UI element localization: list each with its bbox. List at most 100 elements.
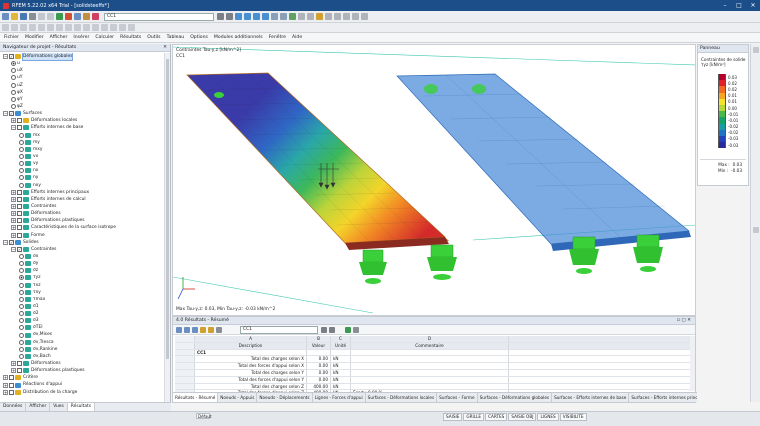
tree-expander[interactable]: + (11, 361, 16, 367)
tree-node[interactable]: + Déformations locales (0, 117, 164, 124)
tree-node[interactable]: τmax (0, 296, 164, 303)
tree-radio[interactable] (19, 289, 24, 295)
tree-node[interactable]: uZ (0, 82, 164, 89)
options-icon[interactable] (361, 13, 368, 20)
tree-radio[interactable] (19, 282, 24, 288)
view-iso-icon[interactable] (235, 13, 242, 20)
tree-checkbox[interactable] (17, 232, 22, 238)
tree-checkbox[interactable]: ✓ (9, 239, 14, 245)
tree-node[interactable]: σv,Tresca (0, 339, 164, 346)
navigator-close-icon[interactable]: ✕ (163, 44, 167, 51)
tree-node[interactable]: + Réactions d'appui (0, 381, 164, 388)
table-export-icon[interactable] (184, 326, 190, 333)
results-next-icon[interactable] (329, 326, 335, 333)
tree-expander[interactable]: + (11, 218, 16, 224)
table-sort-icon[interactable] (208, 326, 214, 333)
move-icon[interactable] (83, 24, 90, 31)
menu-item[interactable]: Fichier (4, 35, 19, 40)
tree-expander[interactable]: + (3, 389, 8, 395)
table-goto-icon[interactable] (176, 326, 182, 333)
snap-icon[interactable] (334, 13, 341, 20)
tree-radio[interactable] (19, 154, 24, 160)
tree-radio[interactable] (19, 182, 24, 188)
print-icon[interactable] (29, 13, 36, 20)
tree-node[interactable]: σ2 (0, 310, 164, 317)
tree-checkbox[interactable] (17, 218, 22, 224)
tree-node[interactable]: τxy (0, 289, 164, 296)
tree-radio[interactable] (19, 254, 24, 259)
results-tab[interactable]: Résultats - Résumé (173, 393, 219, 402)
table-view-icon[interactable] (216, 326, 222, 333)
tree-expander[interactable]: + (11, 189, 16, 195)
tree-node[interactable]: σv,Bach (0, 353, 164, 360)
table-row[interactable]: Total des charges selon X 0.00 kN (175, 356, 691, 364)
tree-node[interactable]: − ✓ Déformations globales (0, 53, 164, 62)
tree-radio[interactable] (19, 332, 24, 338)
tree-node[interactable]: nxy (0, 182, 164, 189)
table-row[interactable]: Total des forces d'appui selon Y 0.00 kN (175, 376, 691, 384)
status-toggle[interactable]: SAISIE (443, 413, 463, 421)
tree-node[interactable]: + Caractéristiques de la surface isotrope (0, 224, 164, 231)
display-icon[interactable] (343, 13, 350, 20)
tree-expander[interactable]: + (11, 368, 16, 374)
tree-expander[interactable]: − (3, 54, 8, 60)
menu-item[interactable]: Afficher (50, 35, 68, 40)
navigator-tab[interactable]: Vues (50, 403, 68, 411)
tree-checkbox[interactable] (17, 225, 22, 231)
tree-node[interactable]: φY (0, 96, 164, 103)
tree-radio[interactable] (19, 353, 24, 359)
tree-node[interactable]: + Déformations (0, 210, 164, 217)
tree-node[interactable]: σv,Rankine (0, 346, 164, 353)
tree-radio[interactable] (19, 268, 24, 274)
tree-node[interactable]: uY (0, 74, 164, 81)
tree-radio[interactable] (11, 75, 16, 81)
tree-expander[interactable]: + (11, 232, 16, 238)
results-prev-icon[interactable] (321, 326, 327, 333)
tree-expander[interactable]: + (11, 196, 16, 202)
menu-item[interactable]: Outils (147, 35, 160, 40)
delete-icon[interactable] (128, 24, 135, 31)
line-icon[interactable] (20, 24, 27, 31)
menu-item[interactable]: Modifier (25, 35, 44, 40)
tree-node[interactable]: + Contraintes (0, 203, 164, 210)
tree-checkbox[interactable] (17, 368, 22, 374)
results-icon[interactable] (65, 13, 72, 20)
tree-checkbox[interactable] (17, 189, 22, 195)
table-row[interactable]: Total des charges selon Z 400.00 kN (175, 383, 691, 391)
tree-node[interactable]: σx (0, 253, 164, 260)
tree-node[interactable]: + Critère (0, 374, 164, 381)
tree-radio[interactable] (19, 139, 24, 145)
tree-checkbox[interactable]: ✓ (9, 54, 14, 60)
tree-expander[interactable]: + (11, 118, 16, 124)
prev-case-icon[interactable] (217, 13, 224, 20)
tree-radio[interactable] (19, 339, 24, 345)
solid-icon[interactable] (47, 24, 54, 31)
table-print-icon[interactable] (192, 326, 198, 333)
tree-node[interactable]: uX (0, 67, 164, 74)
tree-radio[interactable] (19, 325, 24, 331)
results-excel-icon[interactable] (345, 326, 351, 333)
results-tab[interactable]: Noeuds - Déplacements (257, 393, 313, 402)
menu-item[interactable]: Fenêtre (269, 35, 286, 40)
copy-icon[interactable] (74, 24, 81, 31)
results-case-select[interactable]: CC1 (240, 325, 318, 334)
tree-checkbox[interactable] (9, 375, 14, 381)
tree-node[interactable]: σ1 (0, 303, 164, 310)
tree-radio[interactable] (19, 296, 24, 302)
tree-radio[interactable] (19, 346, 24, 352)
surface-icon[interactable] (38, 24, 45, 31)
tree-node[interactable]: mx (0, 132, 164, 139)
tree-checkbox[interactable] (17, 361, 22, 367)
new-file-icon[interactable] (2, 13, 9, 20)
tree-node[interactable]: − ✓ Contraintes (0, 246, 164, 253)
node-icon[interactable] (11, 24, 18, 31)
tree-expander[interactable]: − (11, 246, 16, 252)
tree-radio[interactable] (19, 311, 24, 317)
tree-node[interactable]: vy (0, 160, 164, 167)
status-default-box[interactable]: Défaut (196, 413, 212, 419)
measure-icon[interactable] (316, 13, 323, 20)
menu-item[interactable]: Options (190, 35, 208, 40)
tree-node[interactable]: + Efforts internes principaux (0, 189, 164, 196)
tree-node[interactable]: τxz (0, 282, 164, 289)
tree-expander[interactable]: − (11, 125, 16, 131)
